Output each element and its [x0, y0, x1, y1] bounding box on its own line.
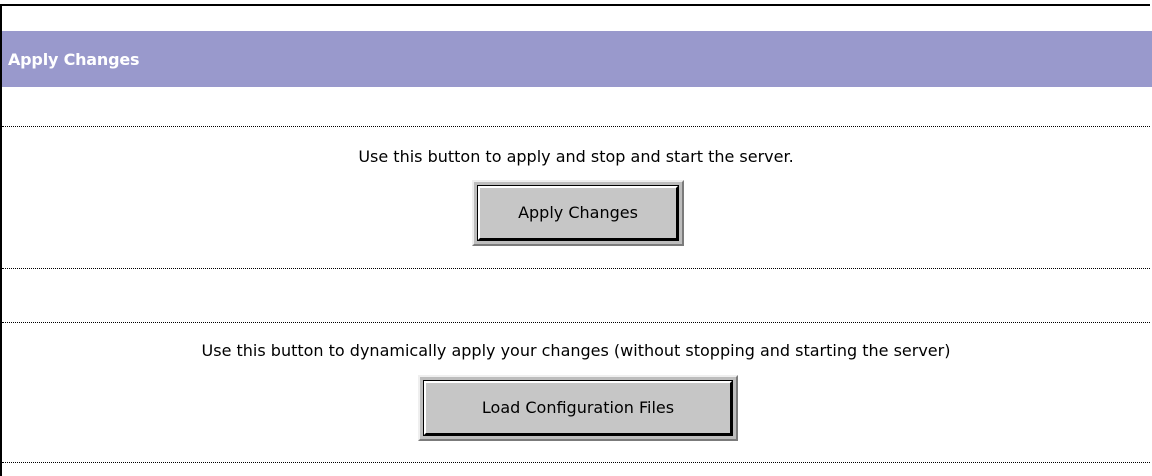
page-title: Apply Changes: [8, 50, 140, 69]
load-configuration-files-button[interactable]: Load Configuration Files: [423, 380, 733, 436]
divider: [2, 268, 1150, 269]
apply-changes-button-frame: Apply Changes: [472, 180, 684, 246]
section-header: Apply Changes: [2, 31, 1152, 87]
divider: [2, 322, 1150, 323]
apply-description: Use this button to apply and stop and st…: [358, 147, 794, 166]
divider: [2, 462, 1150, 463]
load-configuration-files-button-frame: Load Configuration Files: [418, 375, 738, 441]
load-config-description: Use this button to dynamically apply you…: [201, 341, 951, 360]
divider: [2, 126, 1150, 127]
apply-changes-button[interactable]: Apply Changes: [477, 185, 679, 241]
